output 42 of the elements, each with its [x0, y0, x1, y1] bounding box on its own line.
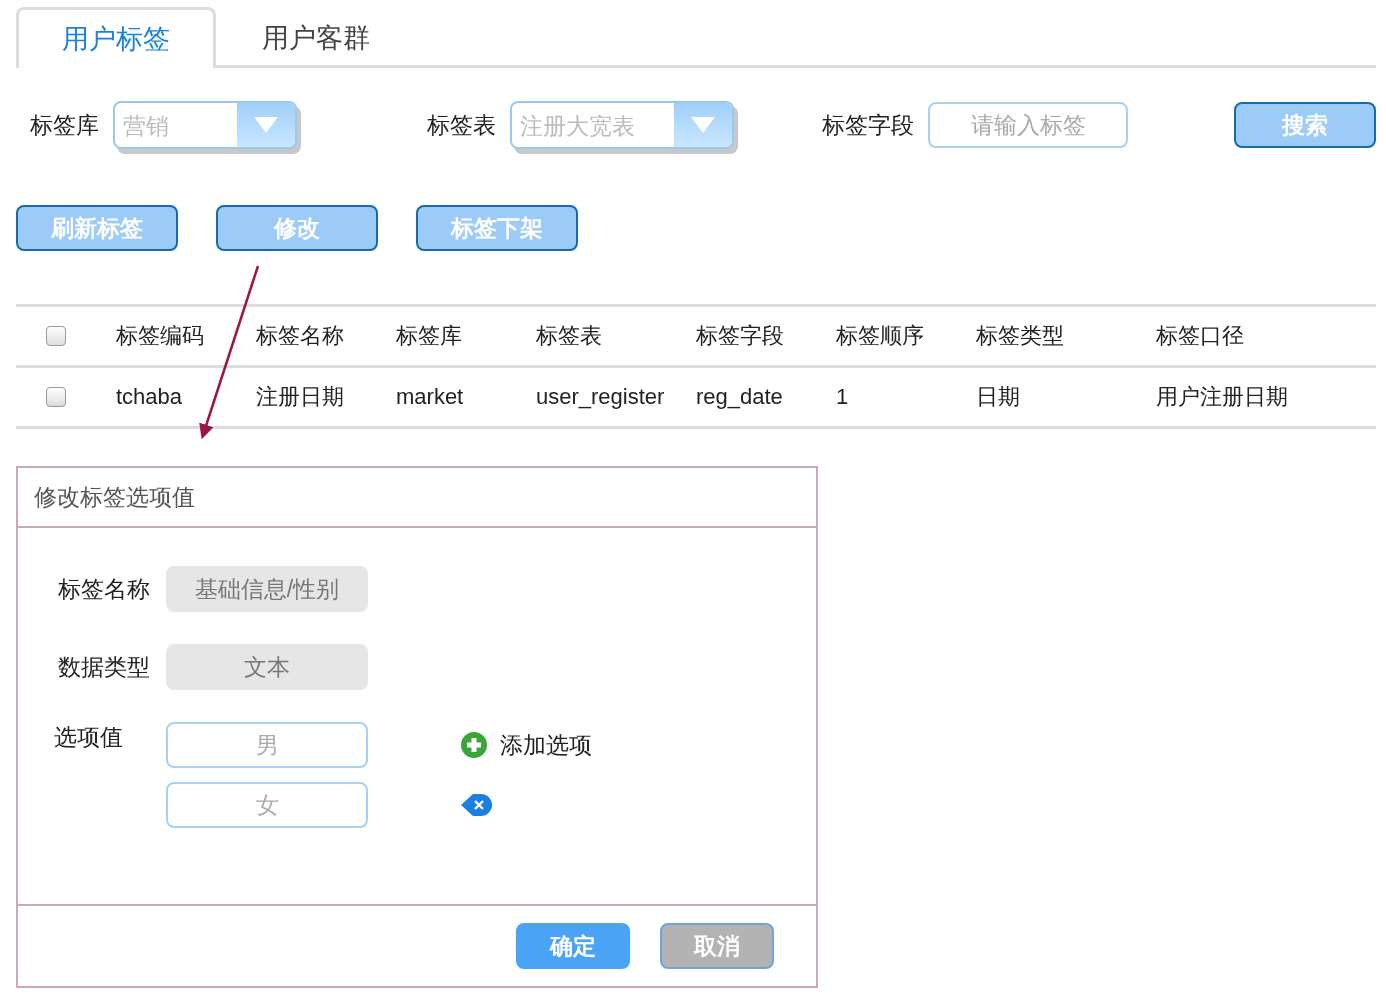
cancel-button[interactable]: 取消 [660, 923, 774, 969]
search-button[interactable]: 搜索 [1234, 102, 1376, 148]
field-label: 标签名称 [58, 574, 151, 604]
add-option-link[interactable]: 添加选项 [500, 729, 592, 761]
column-header: 标签口径 [1156, 322, 1245, 350]
table-cell-text: 日期 [976, 383, 1021, 411]
tab[interactable]: 用户标签 [16, 7, 216, 68]
dialog-title: 修改标签选项值 [34, 482, 195, 512]
checkbox[interactable] [46, 326, 66, 346]
column-header: 标签表 [536, 322, 603, 350]
table-cell-text: 注册日期 [256, 383, 345, 411]
checkbox[interactable] [46, 387, 66, 407]
column-header: 标签编码 [116, 322, 205, 350]
add-icon[interactable] [460, 731, 488, 759]
filter-label: 标签字段 [822, 110, 914, 140]
table-cell-text: market [396, 384, 465, 410]
table-cell-text: 1 [836, 384, 850, 410]
table-cell-text: tchaba [116, 384, 184, 410]
column-header: 标签顺序 [836, 322, 925, 350]
filter-label: 标签库 [30, 110, 99, 140]
table-cell-text: user_register [536, 384, 666, 410]
tag-field-input[interactable]: 请输入标签 [928, 102, 1128, 148]
field-label: 选项值 [54, 723, 124, 752]
dropdown-triangle-icon [690, 116, 716, 134]
action-button[interactable]: 刷新标签 [16, 205, 178, 251]
column-header: 标签库 [396, 322, 463, 350]
option-input[interactable]: 女 [166, 782, 368, 828]
dropdown-triangle-icon [253, 116, 279, 134]
table-cell-text: 用户注册日期 [1156, 383, 1289, 411]
column-header: 标签类型 [976, 322, 1065, 350]
action-button[interactable]: 修改 [216, 205, 378, 251]
confirm-button[interactable]: 确定 [516, 923, 630, 969]
filter-label: 标签表 [427, 110, 496, 140]
option-input[interactable]: 男 [166, 722, 368, 768]
readonly-field: 基础信息/性别 [166, 566, 368, 612]
table-cell-text: reg_date [696, 384, 784, 410]
column-header: 标签字段 [696, 322, 785, 350]
readonly-field: 文本 [166, 644, 368, 690]
column-header: 标签名称 [256, 322, 345, 350]
delete-icon[interactable] [460, 792, 494, 818]
action-button[interactable]: 标签下架 [416, 205, 578, 251]
field-label: 数据类型 [58, 652, 151, 682]
